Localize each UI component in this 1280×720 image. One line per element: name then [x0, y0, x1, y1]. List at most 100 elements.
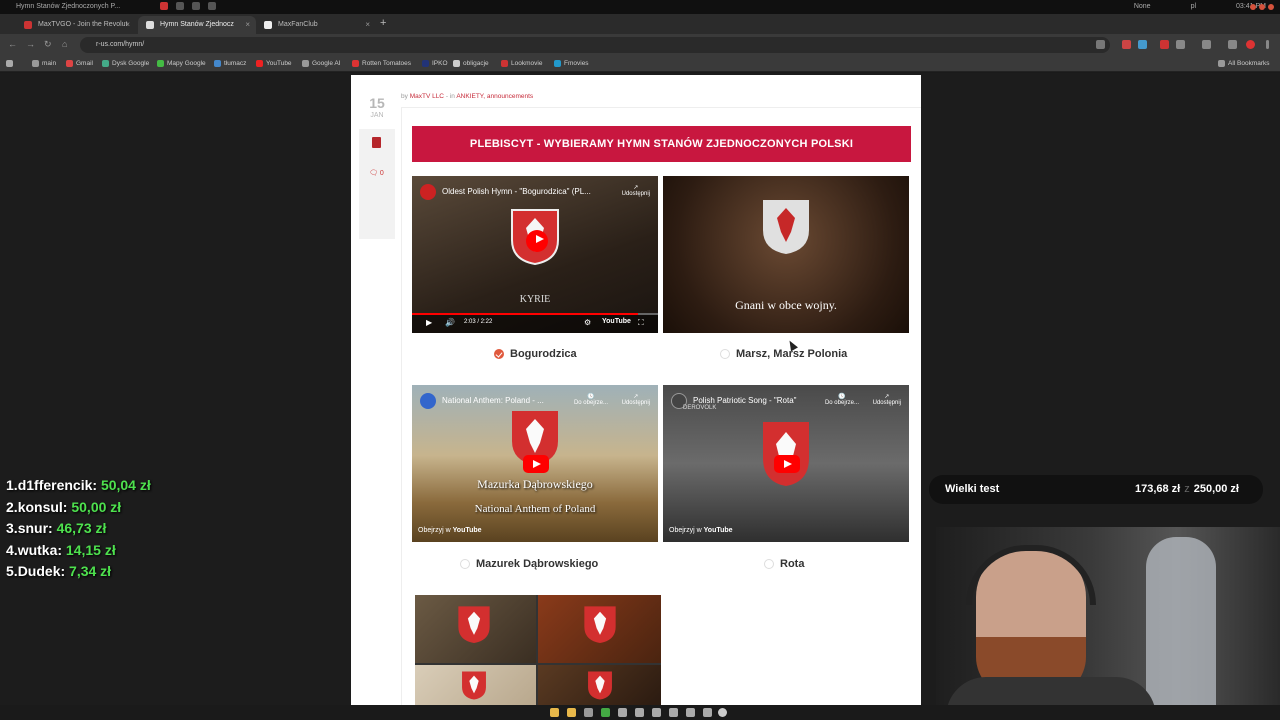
discord-icon[interactable]	[635, 708, 644, 717]
obs-icon[interactable]	[669, 708, 678, 717]
share-button[interactable]: ↗ Udostępnij	[622, 184, 650, 197]
all-bookmarks[interactable]: All Bookmarks	[1218, 60, 1270, 67]
radio-unselected[interactable]	[764, 559, 774, 569]
youtube-logo[interactable]: YouTube	[602, 318, 631, 325]
watch-later-button[interactable]: 🕓 Do obejrze...	[574, 393, 608, 406]
play-button[interactable]	[523, 455, 549, 473]
app-icon[interactable]	[160, 2, 168, 10]
bookmark-google-ai[interactable]: Google AI	[302, 60, 341, 67]
play-button[interactable]	[774, 455, 800, 473]
comment-count[interactable]: 🗨 0	[369, 169, 384, 177]
collage-image[interactable]	[415, 595, 661, 708]
tab-label: Hymn Stanów Zjednocz	[160, 21, 234, 28]
bookmark-fmovies[interactable]: Fmovies	[554, 60, 589, 67]
home-icon[interactable]: ⌂	[62, 39, 67, 49]
bookmark-youtube[interactable]: YouTube	[256, 60, 292, 67]
language-status[interactable]: pl	[1191, 3, 1196, 10]
leaderboard-row: 2.konsul: 50,00 zł	[6, 498, 122, 515]
share-button[interactable]: ↗ Udostępnij	[873, 393, 901, 406]
watch-later-button[interactable]: 🕓 Do obejrze...	[825, 393, 859, 406]
close-icon[interactable]: ×	[365, 20, 370, 29]
volume-icon[interactable]: 🔊	[445, 318, 455, 327]
profile-avatar-icon[interactable]	[1246, 40, 1255, 49]
bookmark-gmail[interactable]: Gmail	[66, 60, 93, 67]
app-icon[interactable]	[176, 2, 184, 10]
poll-option-rota[interactable]: Rota	[764, 558, 804, 570]
channel-avatar[interactable]	[420, 184, 436, 200]
forward-icon[interactable]: →	[26, 39, 35, 49]
video-embed-marsz[interactable]: Gnani w obce wojny.	[663, 176, 909, 333]
app-icon[interactable]	[208, 2, 216, 10]
close-icon[interactable]: ×	[245, 20, 250, 29]
poll-banner: PLEBISCYT - WYBIERAMY HYMN STANÓW ZJEDNO…	[412, 126, 911, 162]
extension-icon[interactable]	[1176, 40, 1185, 49]
app-icon[interactable]	[192, 2, 200, 10]
post-meta: by MaxTV LLC - in ANKIETY, announcements	[401, 93, 534, 100]
category-links[interactable]: ANKIETY, announcements	[456, 93, 533, 100]
radio-unselected[interactable]	[460, 559, 470, 569]
extension-icon[interactable]	[1122, 40, 1131, 49]
bookmark-lookmovie[interactable]: Lookmovie	[501, 60, 542, 67]
bookmark-obligacje[interactable]: obligacje	[453, 60, 489, 67]
poll-option-mazurek[interactable]: Mazurek Dąbrowskiego	[460, 558, 598, 570]
author-link[interactable]: MaxTV LLC	[410, 93, 444, 100]
extension-icon[interactable]	[1228, 40, 1237, 49]
option-label: Rota	[780, 558, 805, 570]
chat-icon[interactable]	[618, 708, 627, 717]
reload-icon[interactable]: ↻	[44, 39, 52, 50]
radio-selected[interactable]	[494, 349, 504, 359]
tab-hymn[interactable]: Hymn Stanów Zjednocz ×	[138, 16, 256, 34]
bookmark-main[interactable]: main	[32, 60, 56, 67]
radio-unselected[interactable]	[720, 349, 730, 359]
play-icon[interactable]: ▶	[426, 318, 432, 327]
new-tab-icon[interactable]: +	[380, 17, 386, 29]
terminal-icon[interactable]	[584, 708, 593, 717]
play-button[interactable]	[526, 230, 548, 252]
tab-maxtvgo[interactable]: MaxTVGO - Join the Revolut ×	[16, 16, 136, 34]
steam-icon[interactable]	[652, 708, 661, 717]
video-title[interactable]: Polish Patriotic Song - "Rota"	[693, 396, 797, 405]
bookmark-dysk-google[interactable]: Dysk Google	[102, 60, 149, 67]
menu-icon[interactable]	[1266, 40, 1269, 49]
keyboard-layout-status[interactable]: None	[1134, 3, 1151, 10]
video-embed-mazurek[interactable]: National Anthem: Poland - ... 🕓 Do obejrz…	[412, 385, 658, 542]
folder-icon[interactable]	[567, 708, 576, 717]
address-bar[interactable]: r-us.com/hymn/	[80, 37, 1110, 53]
bookmark-star-icon[interactable]	[1096, 40, 1105, 49]
progress-bar[interactable]	[412, 313, 658, 315]
poll-option-bogurodzica[interactable]: Bogurodzica	[494, 348, 577, 360]
bookmark-ipko[interactable]: IPKO	[422, 60, 448, 67]
apps-icon[interactable]	[6, 60, 13, 67]
goal-name: Wielki test	[945, 483, 1000, 495]
channel-avatar[interactable]	[420, 393, 436, 409]
bookmark-mapy-google[interactable]: Mapy Google	[157, 60, 206, 67]
extension-icon[interactable]	[1138, 40, 1147, 49]
tab-maxfanclub[interactable]: MaxFanClub ×	[256, 16, 376, 34]
window-controls[interactable]	[1250, 4, 1274, 10]
fullscreen-icon[interactable]: ⛶	[638, 318, 644, 328]
document-icon[interactable]	[372, 137, 381, 148]
app-icon[interactable]	[703, 708, 712, 717]
video-embed-bogurodzica[interactable]: Oldest Polish Hymn - "Bogurodzica" (PL..…	[412, 176, 658, 333]
watch-on-youtube[interactable]: Obejrzyj w YouTube	[669, 527, 733, 534]
video-title[interactable]: Oldest Polish Hymn - "Bogurodzica" (PL..…	[442, 187, 591, 196]
video-title[interactable]: National Anthem: Poland - ...	[442, 396, 544, 405]
watch-on-youtube[interactable]: Obejrzyj w YouTube	[418, 527, 482, 534]
sidebar-icon[interactable]	[1202, 40, 1211, 49]
poll-option-marsz[interactable]: Marsz, Marsz Polonia	[720, 348, 847, 360]
bookmark-rotten-tomatoes[interactable]: Rotten Tomatoes	[352, 60, 411, 67]
settings-icon[interactable]: ⚙	[584, 318, 591, 327]
close-icon[interactable]: ×	[125, 20, 130, 29]
app-icon[interactable]	[686, 708, 695, 717]
eagle-crest-icon	[462, 671, 486, 700]
bookmark-tlumacz[interactable]: tłumacz	[214, 60, 246, 67]
share-button[interactable]: ↗ Udostępnij	[622, 393, 650, 406]
goal-values: 173,68 zł z 250,00 zł	[1134, 483, 1239, 495]
extension-icon[interactable]	[1160, 40, 1169, 49]
video-embed-rota[interactable]: Polish Patriotic Song - "Rota" DEROVOLK …	[663, 385, 909, 542]
browser-icon[interactable]	[601, 708, 610, 717]
back-icon[interactable]: ←	[8, 39, 17, 49]
leaderboard-row: 5.Dudek: 7,34 zł	[6, 563, 112, 579]
files-icon[interactable]	[550, 708, 559, 717]
app-grid-icon[interactable]	[718, 708, 727, 717]
